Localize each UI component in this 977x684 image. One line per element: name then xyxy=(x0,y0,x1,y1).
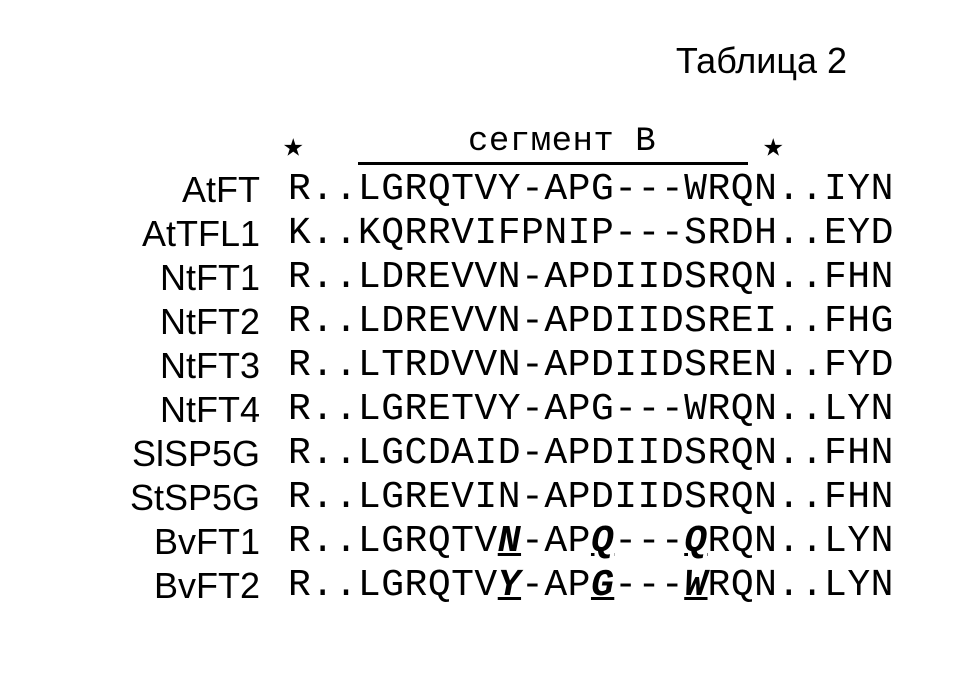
sequence-name: AtTFL1 xyxy=(60,212,288,256)
highlighted-residue: Y xyxy=(498,564,521,607)
sequence: R..LGREVIN-APDIIDSRQN..FHN xyxy=(288,476,894,520)
segment-header-row: ★ сегмент B ★ xyxy=(60,122,977,166)
alignment-row: AtTFL1 K..KQRRVIFPNIP---SRDH..EYD xyxy=(60,212,977,256)
alignment-row: NtFT2 R..LDREVVN-APDIIDSREI..FHG xyxy=(60,300,977,344)
alignment-row: AtFT R..LGRQTVY-APG---WRQN..IYN xyxy=(60,168,977,212)
alignment-row: NtFT3 R..LTRDVVN-APDIIDSREN..FYD xyxy=(60,344,977,388)
star-icon: ★ xyxy=(763,126,784,170)
sequence-name: SlSP5G xyxy=(60,432,288,476)
sequence-name: StSP5G xyxy=(60,476,288,520)
segment-b-line xyxy=(358,162,748,165)
sequence-name: AtFT xyxy=(60,168,288,212)
alignment-row: SlSP5G R..LGCDAID-APDIIDSRQN..FHN xyxy=(60,432,977,476)
sequence: R..LTRDVVN-APDIIDSREN..FYD xyxy=(288,344,894,388)
sequence: R..LGRQTVY-APG---WRQN..LYN xyxy=(288,564,894,608)
alignment-row: NtFT1 R..LDREVVN-APDIIDSRQN..FHN xyxy=(60,256,977,300)
sequence-name: NtFT2 xyxy=(60,300,288,344)
star-icon: ★ xyxy=(283,126,304,170)
sequence-name: NtFT4 xyxy=(60,388,288,432)
highlighted-residue: Q xyxy=(591,520,614,563)
alignment-row: BvFT2 R..LGRQTVY-APG---WRQN..LYN xyxy=(60,564,977,608)
sequence: R..LGCDAID-APDIIDSRQN..FHN xyxy=(288,432,894,476)
sequence-name: NtFT1 xyxy=(60,256,288,300)
alignment-row: BvFT1 R..LGRQTVN-APQ---QRQN..LYN xyxy=(60,520,977,564)
sequence: R..LDREVVN-APDIIDSRQN..FHN xyxy=(288,256,894,300)
sequence-name: BvFT2 xyxy=(60,564,288,608)
sequence-name: BvFT1 xyxy=(60,520,288,564)
highlighted-residue: W xyxy=(684,564,707,607)
sequence: R..LGRQTVY-APG---WRQN..IYN xyxy=(288,168,894,212)
alignment-row: StSP5G R..LGREVIN-APDIIDSRQN..FHN xyxy=(60,476,977,520)
sequence: R..LGRETVY-APG---WRQN..LYN xyxy=(288,388,894,432)
sequence: R..LDREVVN-APDIIDSREI..FHG xyxy=(288,300,894,344)
sequence-alignment: ★ сегмент B ★ AtFT R..LGRQTVY-APG---WRQN… xyxy=(60,122,977,608)
highlighted-residue: N xyxy=(498,520,521,563)
highlighted-residue: G xyxy=(591,564,614,607)
sequence-name: NtFT3 xyxy=(60,344,288,388)
highlighted-residue: Q xyxy=(684,520,707,563)
sequence: R..LGRQTVN-APQ---QRQN..LYN xyxy=(288,520,894,564)
alignment-row: NtFT4 R..LGRETVY-APG---WRQN..LYN xyxy=(60,388,977,432)
segment-b-label: сегмент B xyxy=(468,120,656,164)
sequence: K..KQRRVIFPNIP---SRDH..EYD xyxy=(288,212,894,256)
table-title: Таблица 2 xyxy=(60,40,977,82)
